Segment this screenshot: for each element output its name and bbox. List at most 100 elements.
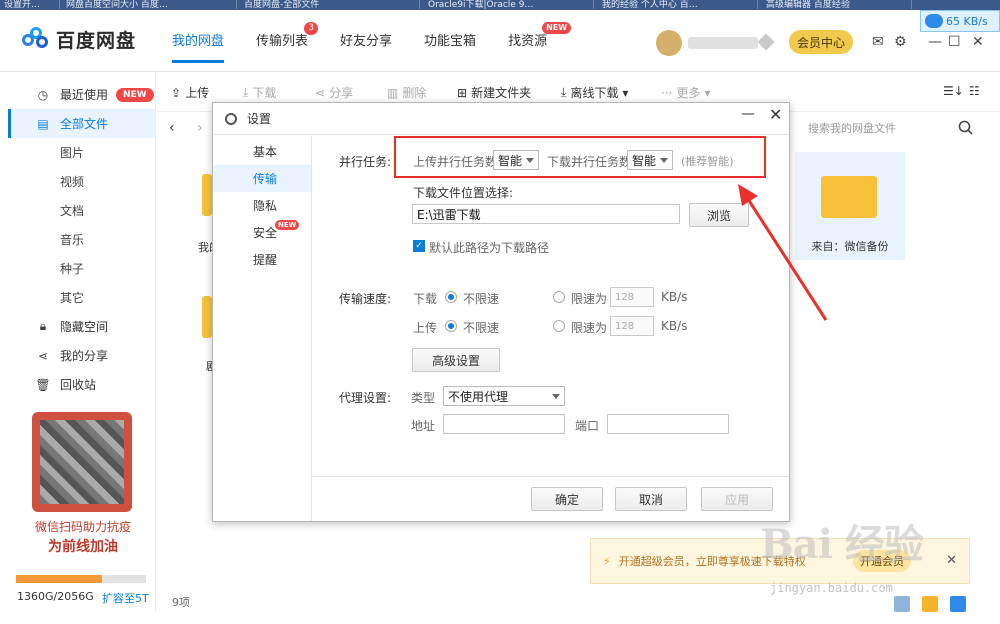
limit-label: 限速为 xyxy=(571,292,608,306)
proxy-label: 代理设置: xyxy=(339,391,392,405)
nav-transfer-list[interactable]: 传输列表 3 xyxy=(256,22,319,49)
sidebar-item-other[interactable]: 其它 xyxy=(8,283,155,312)
browser-tab[interactable]: 高级编辑器 百度经验 xyxy=(762,0,912,9)
tab-transfer[interactable]: 传输 xyxy=(213,165,311,192)
tab-basic[interactable]: 基本 xyxy=(213,138,311,165)
new-badge: NEW xyxy=(542,22,572,34)
offline-download-button[interactable]: ⤓ 离线下载 ▾ xyxy=(561,84,628,101)
transfer-count-badge: 3 xyxy=(304,22,319,35)
apply-button[interactable]: 应用 xyxy=(701,487,773,511)
tab-reminder[interactable]: 提醒 xyxy=(213,246,311,273)
lock-icon[interactable] xyxy=(950,596,966,612)
sidebar-item-all-files[interactable]: ▤ 全部文件 xyxy=(8,109,155,138)
search-icon[interactable] xyxy=(958,120,974,136)
share-icon: ⋖ xyxy=(37,348,49,363)
browse-button[interactable]: 浏览 xyxy=(689,203,749,227)
nav-find-resources[interactable]: 找资源 NEW xyxy=(508,22,572,49)
app-header: 百度网盘 我的网盘 传输列表 3 好友分享 功能宝箱 找资源 NEW 会员中心 ✉ … xyxy=(0,10,1000,72)
list-view-icon: ☷ xyxy=(969,84,980,98)
promo-banner[interactable]: 微信扫码助力抗疫 为前线加油 xyxy=(18,410,148,560)
expand-storage-link[interactable]: 扩容至5T xyxy=(102,590,149,606)
close-icon[interactable]: ✕ xyxy=(946,553,957,568)
more-button[interactable]: ··· 更多 ▾ xyxy=(661,84,711,101)
download-path-label: 下载文件位置选择: xyxy=(413,186,514,200)
browser-tab[interactable]: 网盘百度空间大小 百度… xyxy=(62,0,237,9)
upload-limit-radio[interactable] xyxy=(553,320,565,332)
nav-my-disk[interactable]: 我的网盘 xyxy=(172,30,225,63)
upload-queue-icon[interactable] xyxy=(922,596,938,612)
share-button[interactable]: ⋖ 分享 xyxy=(315,84,353,101)
mail-icon[interactable]: ✉ xyxy=(872,34,884,50)
tab-security[interactable]: 安全 NEW xyxy=(213,219,311,246)
proxy-port-input[interactable] xyxy=(607,414,729,434)
close-icon[interactable]: ✕ xyxy=(972,34,984,50)
view-toggle-button[interactable]: ☷ xyxy=(969,84,980,98)
folder-icon[interactable] xyxy=(202,296,212,338)
speed-indicator: 65 KB/s xyxy=(920,10,1000,32)
chevron-down-icon: ▾ xyxy=(622,85,629,100)
search-input[interactable]: 搜索我的网盘文件 xyxy=(790,116,982,140)
trash-icon: ▥ xyxy=(387,85,399,100)
settings-icon[interactable]: ⚙ xyxy=(894,34,907,50)
sidebar: ◷ 最近使用 NEW ▤ 全部文件 图片 视频 文档 音乐 种子 其它 🔒︎ 隐藏空间 … xyxy=(8,72,156,612)
sidebar-item-recycle-bin[interactable]: 🗑︎ 回收站 xyxy=(8,370,155,399)
proxy-type-select[interactable]: 不使用代理 xyxy=(443,386,565,406)
sidebar-item-videos[interactable]: 视频 xyxy=(8,167,155,196)
storage-bar xyxy=(16,575,146,583)
default-path-checkbox[interactable]: ✓ xyxy=(413,240,425,252)
browser-tab[interactable]: 我的经验 个人中心 百… xyxy=(598,0,758,9)
advanced-settings-button[interactable]: 高级设置 xyxy=(412,348,500,372)
promo-line-1: 微信扫码助力抗疫 xyxy=(34,520,131,534)
delete-button[interactable]: ▥ 删除 xyxy=(387,84,426,101)
nav-toolbox[interactable]: 功能宝箱 xyxy=(424,30,476,49)
sidebar-item-hidden-space[interactable]: 🔒︎ 隐藏空间 xyxy=(8,312,155,341)
upload-limit-input[interactable]: 128 xyxy=(610,316,654,336)
storage-text: 1360G/2056G xyxy=(17,590,94,603)
download-button[interactable]: ⤓ 下载 xyxy=(243,84,276,101)
sidebar-item-music[interactable]: 音乐 xyxy=(8,225,155,254)
proxy-address-input[interactable] xyxy=(443,414,565,434)
vip-center-button[interactable]: 会员中心 xyxy=(789,30,853,54)
close-icon[interactable]: ✕ xyxy=(769,105,782,124)
sidebar-item-images[interactable]: 图片 xyxy=(8,138,155,167)
sidebar-item-docs[interactable]: 文档 xyxy=(8,196,155,225)
folder-icon[interactable] xyxy=(202,174,212,216)
maximize-icon[interactable]: ☐ xyxy=(948,34,961,50)
proxy-port-label: 端口 xyxy=(575,419,600,433)
nav-friend-share[interactable]: 好友分享 xyxy=(340,30,392,49)
upload-unlimited-radio[interactable] xyxy=(445,320,457,332)
unlimited-label: 不限速 xyxy=(463,292,500,306)
download-limit-input[interactable]: 128 xyxy=(610,287,654,307)
tab-privacy[interactable]: 隐私 xyxy=(213,192,311,219)
new-folder-icon: ⊞ xyxy=(457,85,468,100)
folder-card[interactable]: 来自：微信备份 xyxy=(795,152,905,260)
minimize-icon[interactable]: — xyxy=(928,34,942,50)
sidebar-item-torrents[interactable]: 种子 xyxy=(8,254,155,283)
chevron-down-icon: ▾ xyxy=(704,85,711,100)
forward-arrow-icon[interactable]: › xyxy=(197,120,203,136)
browser-tab[interactable]: Oracle9i下载|Oracle 9… xyxy=(424,0,594,9)
minimize-icon[interactable]: — xyxy=(741,106,755,122)
download-limit-radio[interactable] xyxy=(553,291,565,303)
new-folder-button[interactable]: ⊞ 新建文件夹 xyxy=(457,84,531,101)
back-arrow-icon[interactable]: ‹ xyxy=(169,120,175,136)
dialog-divider xyxy=(313,476,789,477)
ok-button[interactable]: 确定 xyxy=(531,487,603,511)
grid-icon[interactable] xyxy=(894,596,910,612)
download-path-input[interactable]: E:\迅雷下载 xyxy=(412,204,680,224)
download-unlimited-radio[interactable] xyxy=(445,291,457,303)
browser-tab[interactable]: 百度网盘-全部文件 xyxy=(240,0,420,9)
clock-icon: ◷ xyxy=(37,87,49,102)
folder-icon xyxy=(821,176,877,218)
cancel-button[interactable]: 取消 xyxy=(615,487,687,511)
sidebar-item-recent[interactable]: ◷ 最近使用 NEW xyxy=(8,80,155,109)
cloud-icon xyxy=(925,14,943,28)
avatar[interactable] xyxy=(656,30,682,56)
dialog-titlebar: 设置 — ✕ xyxy=(213,103,789,135)
dialog-title: 设置 xyxy=(247,112,272,126)
upload-button[interactable]: ⇪ 上传 xyxy=(171,84,209,101)
sidebar-item-my-shares[interactable]: ⋖ 我的分享 xyxy=(8,341,155,370)
sort-button[interactable]: ☰↓ xyxy=(943,84,964,98)
browser-tab[interactable]: 设置开… xyxy=(0,0,60,9)
unlimited-label: 不限速 xyxy=(463,321,500,335)
